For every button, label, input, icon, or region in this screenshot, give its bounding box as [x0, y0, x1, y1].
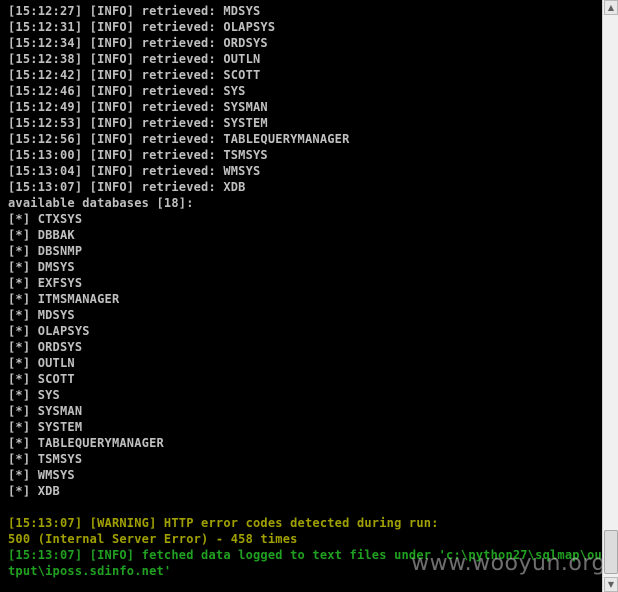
- console-line: [*] DMSYS: [8, 260, 75, 274]
- console-line: available databases [18]:: [8, 196, 194, 210]
- console-window[interactable]: [15:12:27] [INFO] retrieved: MDSYS [15:12…: [0, 0, 602, 592]
- scroll-down-arrow-icon[interactable]: ▼: [604, 577, 618, 592]
- console-line: [15:12:31] [INFO] retrieved: OLAPSYS: [8, 20, 276, 34]
- console-line: [*] OUTLN: [8, 356, 75, 370]
- console-line: [*] XDB: [8, 484, 60, 498]
- console-line: [*] SYSMAN: [8, 404, 83, 418]
- vertical-scrollbar[interactable]: ▲ ▼: [602, 0, 618, 592]
- watermark: www.wooyun.org: [411, 551, 606, 576]
- console-output: [15:12:27] [INFO] retrieved: MDSYS [15:12…: [8, 3, 602, 579]
- console-line: [*] DBSNMP: [8, 244, 83, 258]
- scroll-thumb[interactable]: [604, 530, 618, 574]
- console-line: [15:13:07] [INFO] retrieved: XDB: [8, 180, 246, 194]
- console-line: [15:12:46] [INFO] retrieved: SYS: [8, 84, 246, 98]
- console-line: [*] MDSYS: [8, 308, 75, 322]
- console-line: [*] ORDSYS: [8, 340, 83, 354]
- console-line: [15:13:07] [WARNING] HTTP error codes de…: [8, 516, 439, 530]
- console-line: [15:12:27] [INFO] retrieved: MDSYS: [8, 4, 261, 18]
- console-line: [15:13:00] [INFO] retrieved: TSMSYS: [8, 148, 268, 162]
- console-line: [15:12:42] [INFO] retrieved: SCOTT: [8, 68, 261, 82]
- console-line: [*] EXFSYS: [8, 276, 83, 290]
- console-line: [*] SCOTT: [8, 372, 75, 386]
- console-line: [*] CTXSYS: [8, 212, 83, 226]
- console-line: [15:13:04] [INFO] retrieved: WMSYS: [8, 164, 261, 178]
- console-line: [15:12:56] [INFO] retrieved: TABLEQUERYM…: [8, 132, 350, 146]
- console-line: [15:12:53] [INFO] retrieved: SYSTEM: [8, 116, 268, 130]
- console-line: [*] WMSYS: [8, 468, 75, 482]
- console-line: [*] ITMSMANAGER: [8, 292, 120, 306]
- console-line: [*] TABLEQUERYMANAGER: [8, 436, 164, 450]
- console-line: [15:12:34] [INFO] retrieved: ORDSYS: [8, 36, 268, 50]
- scroll-up-arrow-icon[interactable]: ▲: [604, 0, 618, 15]
- console-line: [15:12:38] [INFO] retrieved: OUTLN: [8, 52, 261, 66]
- console-line: [15:12:49] [INFO] retrieved: SYSMAN: [8, 100, 268, 114]
- console-line: [*] SYS: [8, 388, 60, 402]
- console-line: [*] TSMSYS: [8, 452, 83, 466]
- console-line: [*] OLAPSYS: [8, 324, 90, 338]
- console-line: [*] DBBAK: [8, 228, 75, 242]
- console-line: [*] SYSTEM: [8, 420, 83, 434]
- console-line: 500 (Internal Server Error) - 458 times: [8, 532, 298, 546]
